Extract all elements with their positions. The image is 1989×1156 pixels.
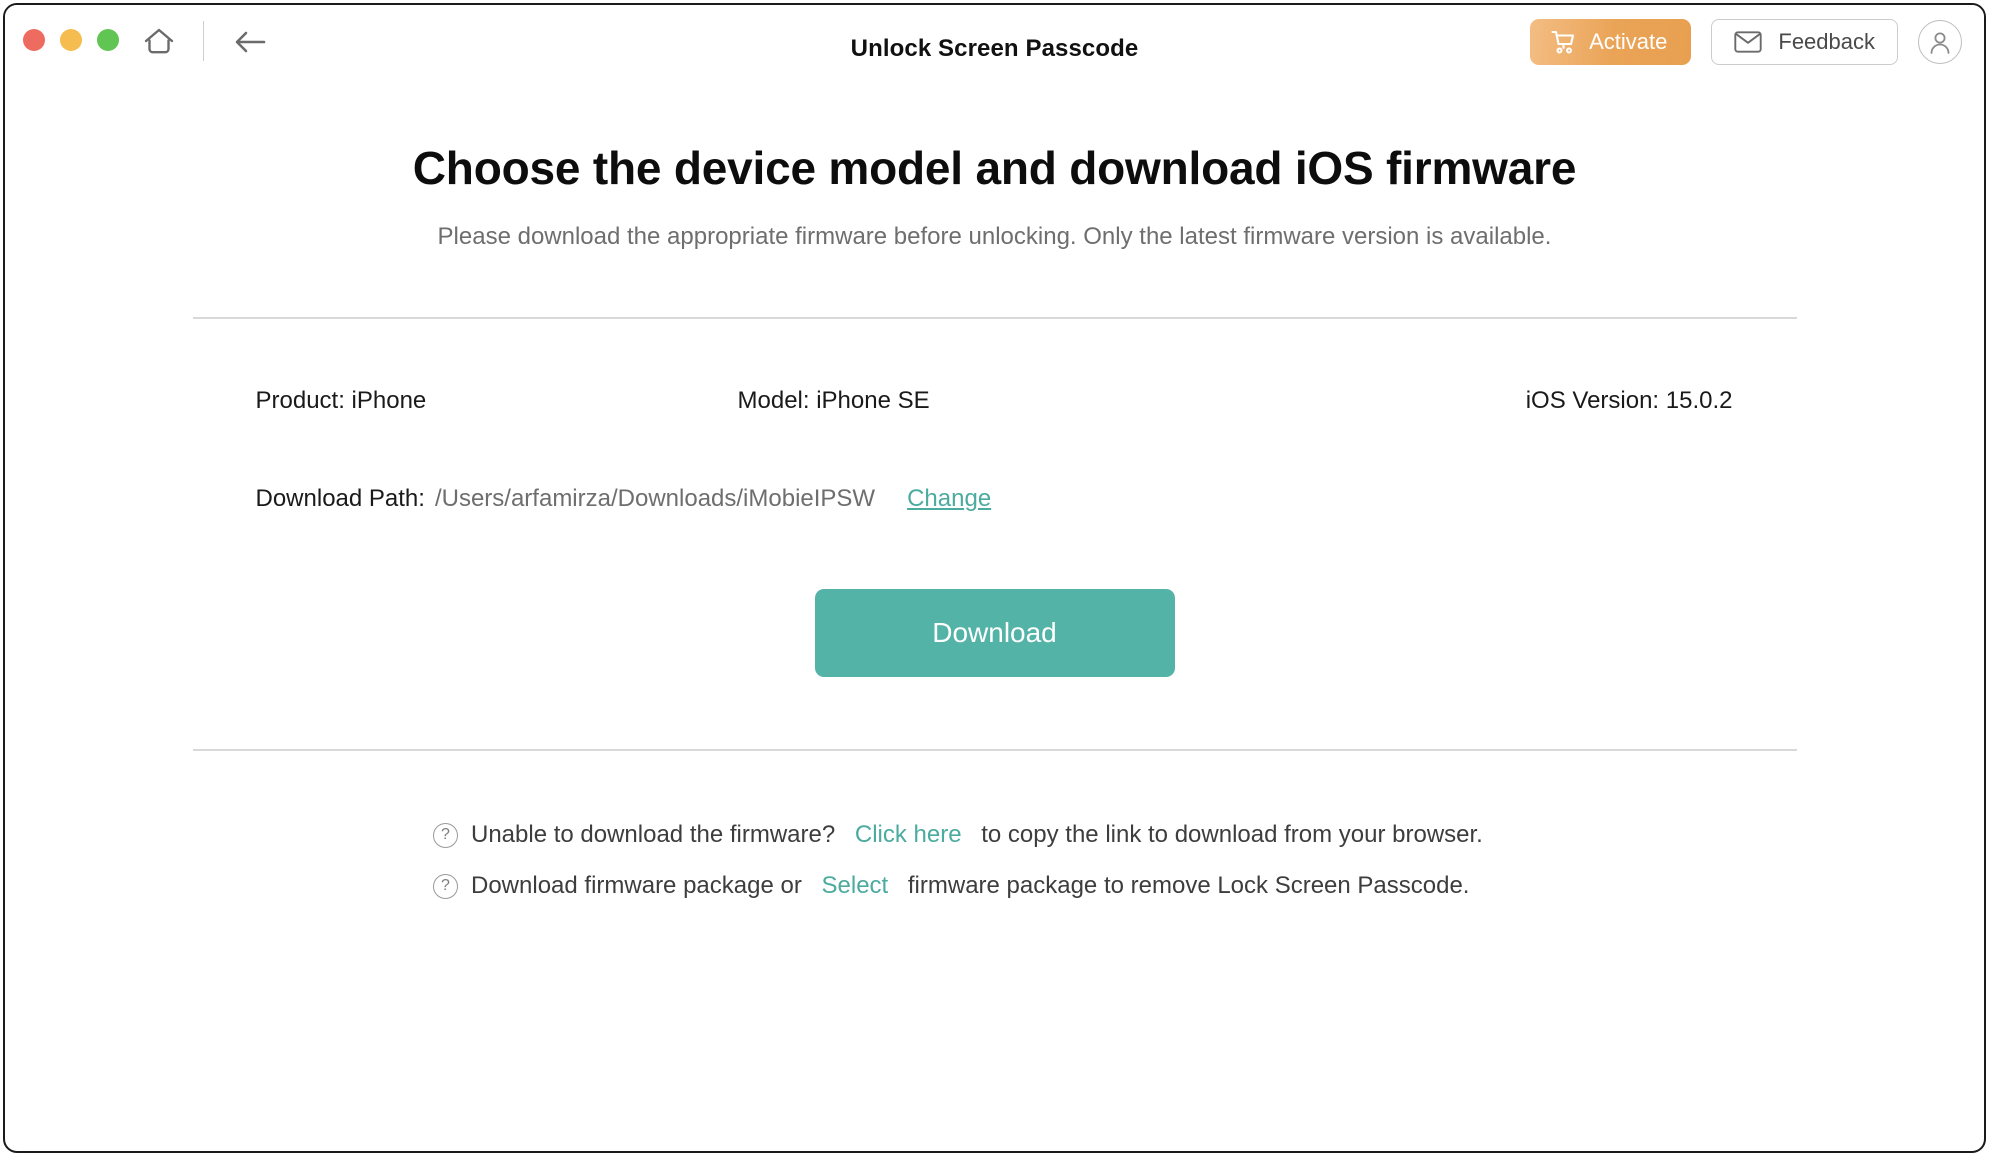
toolbar-actions: Activate Feedback: [1530, 19, 1962, 65]
help-line-2-before: Download firmware package or: [471, 872, 809, 899]
app-window: Unlock Screen Passcode Activate Feedback: [3, 3, 1986, 1153]
divider-top: [192, 317, 1797, 319]
activate-button-label: Activate: [1589, 29, 1668, 54]
download-path-value: /Users/arfamirza/Downloads/iMobieIPSW: [434, 485, 876, 512]
product-info: Product: iPhone: [255, 387, 427, 414]
title-bar: Unlock Screen Passcode Activate Feedback: [5, 5, 1984, 87]
main-content: Choose the device model and download iOS…: [5, 141, 1984, 1151]
ios-version-info: iOS Version: 15.0.2: [1525, 387, 1733, 414]
download-button-wrapper: Download: [5, 589, 1984, 677]
help-line-2: ? Download firmware package or Select fi…: [433, 872, 1469, 900]
question-circle-icon: ?: [433, 822, 458, 848]
envelope-icon: [1734, 31, 1763, 53]
help-line-2-after: firmware package to remove Lock Screen P…: [901, 872, 1470, 899]
help-section: ? Unable to download the firmware? Click…: [5, 821, 1984, 900]
question-circle-icon: ?: [433, 873, 458, 899]
change-path-link[interactable]: Change: [907, 485, 991, 513]
model-info: Model: iPhone SE: [737, 387, 930, 414]
download-path-row: Download Path: /Users/arfamirza/Download…: [193, 485, 1797, 519]
download-path-label: Download Path:: [255, 485, 425, 512]
headline: Choose the device model and download iOS…: [412, 142, 1577, 194]
help-line-1-after: to copy the link to download from your b…: [974, 821, 1483, 848]
select-firmware-link[interactable]: Select: [822, 872, 889, 900]
shopping-cart-icon: [1551, 30, 1575, 54]
help-line-1-before: Unable to download the firmware?: [471, 821, 842, 848]
user-avatar-icon: [1930, 32, 1950, 54]
feedback-button-label: Feedback: [1778, 29, 1875, 54]
device-info-row: Product: iPhone Model: iPhone SE iOS Ver…: [193, 387, 1797, 421]
feedback-button[interactable]: Feedback: [1711, 19, 1898, 65]
divider-bottom: [192, 749, 1797, 751]
account-button[interactable]: [1918, 20, 1962, 64]
help-line-1: ? Unable to download the firmware? Click…: [433, 821, 1483, 849]
subheadline: Please download the appropriate firmware…: [437, 223, 1552, 250]
activate-button[interactable]: Activate: [1530, 19, 1692, 65]
click-here-link[interactable]: Click here: [855, 821, 962, 849]
download-button[interactable]: Download: [814, 589, 1175, 677]
